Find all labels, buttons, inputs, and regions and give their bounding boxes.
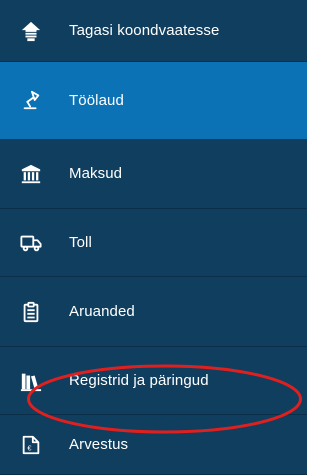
sidebar-item-reports[interactable]: Aruanded	[0, 277, 307, 347]
calculator-icon: €	[17, 431, 45, 459]
sidebar-item-back-to-overview[interactable]: Tagasi koondvaatesse	[0, 0, 307, 62]
sidebar-item-label: Maksud	[69, 165, 123, 182]
sidebar-item-label: Toll	[69, 234, 92, 251]
sidebar-item-label: Aruanded	[69, 303, 135, 320]
sidebar-menu: Tagasi koondvaatesse Töölaud Maksud Toll…	[0, 0, 307, 475]
sidebar-item-label: Arvestus	[69, 436, 129, 453]
books-icon	[17, 367, 45, 395]
home-arrow-icon	[17, 17, 45, 45]
sidebar-item-label: Registrid ja päringud	[69, 372, 209, 389]
clipboard-icon	[17, 298, 45, 326]
svg-text:€: €	[27, 443, 31, 452]
sidebar-item-label: Tagasi koondvaatesse	[69, 22, 220, 39]
sidebar-item-accounting[interactable]: € Arvestus	[0, 415, 307, 475]
sidebar-item-registers-queries[interactable]: Registrid ja päringud	[0, 347, 307, 415]
sidebar-item-label: Töölaud	[69, 91, 124, 109]
truck-icon	[17, 229, 45, 257]
sidebar-item-taxes[interactable]: Maksud	[0, 139, 307, 209]
sidebar-nav: Tagasi koondvaatesse Töölaud Maksud Toll…	[0, 0, 307, 475]
sidebar-item-dashboard[interactable]: Töölaud	[0, 62, 307, 139]
bank-icon	[17, 160, 45, 188]
sidebar-item-customs[interactable]: Toll	[0, 209, 307, 277]
desk-lamp-icon	[17, 86, 45, 114]
